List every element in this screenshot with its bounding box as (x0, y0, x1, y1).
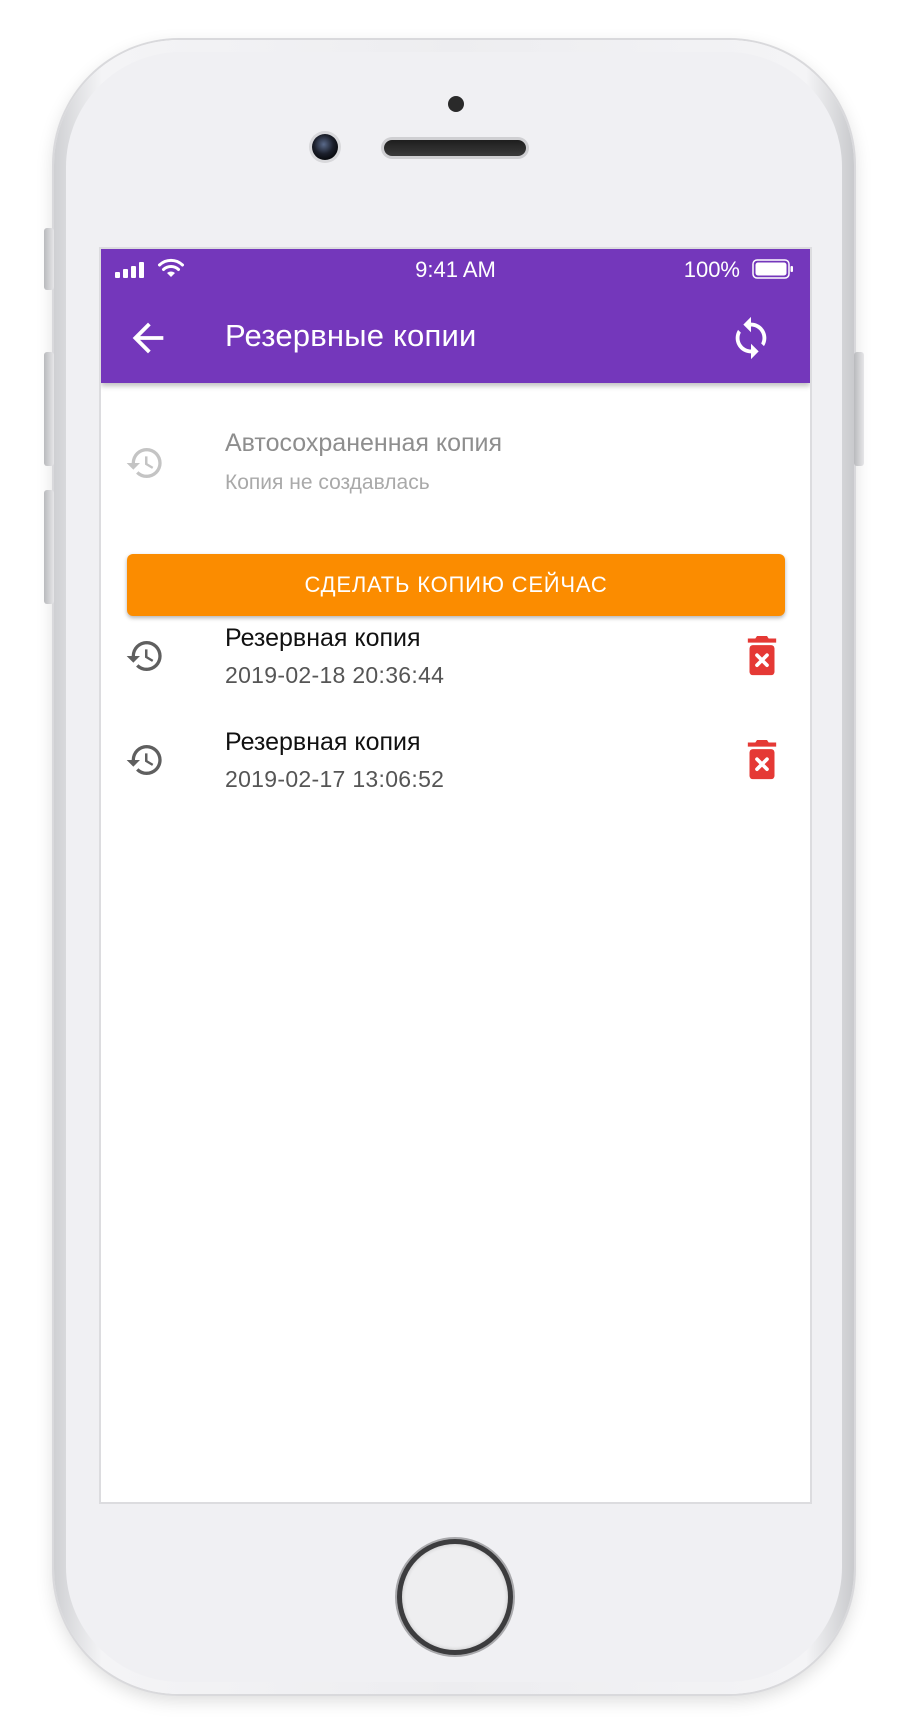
delete-forever-icon (742, 634, 782, 678)
backup-title: Резервная копия (225, 728, 421, 756)
front-camera (312, 134, 338, 160)
delete-forever-icon (742, 738, 782, 782)
sync-button[interactable] (728, 315, 774, 361)
power-button (854, 352, 864, 466)
backup-date: 2019-02-18 20:36:44 (225, 662, 445, 688)
auto-backup-row: Автосохраненная копия Копия не создавлас… (101, 409, 810, 519)
backup-title: Резервная копия (225, 624, 421, 652)
mute-switch (44, 228, 54, 290)
auto-backup-subtitle: Копия не создавлась (225, 471, 430, 494)
back-button[interactable] (125, 315, 171, 361)
delete-backup-button[interactable] (742, 738, 782, 782)
history-icon (125, 740, 165, 780)
earpiece-speaker (384, 140, 526, 156)
battery-percent: 100% (683, 257, 740, 282)
backup-date: 2019-02-17 13:06:52 (225, 766, 445, 792)
history-icon (125, 636, 165, 676)
app-screen: 9:41 AM 100% Резервные копии Автосохране… (101, 249, 810, 1502)
backup-list-item[interactable]: Резервная копия 2019-02-18 20:36:44 (101, 604, 810, 714)
volume-down-button (44, 490, 54, 604)
backup-list-item[interactable]: Резервная копия 2019-02-17 13:06:52 (101, 708, 810, 818)
home-button[interactable] (402, 1544, 508, 1650)
sync-icon (728, 315, 774, 361)
page-title: Резервные копии (225, 318, 477, 353)
battery-icon (752, 259, 794, 279)
auto-backup-title: Автосохраненная копия (225, 429, 503, 457)
delete-backup-button[interactable] (742, 634, 782, 678)
arrow-left-icon (125, 315, 171, 361)
history-icon (125, 443, 165, 483)
volume-up-button (44, 352, 54, 466)
app-bar: 9:41 AM 100% Резервные копии (101, 249, 810, 383)
proximity-sensor (448, 96, 464, 112)
